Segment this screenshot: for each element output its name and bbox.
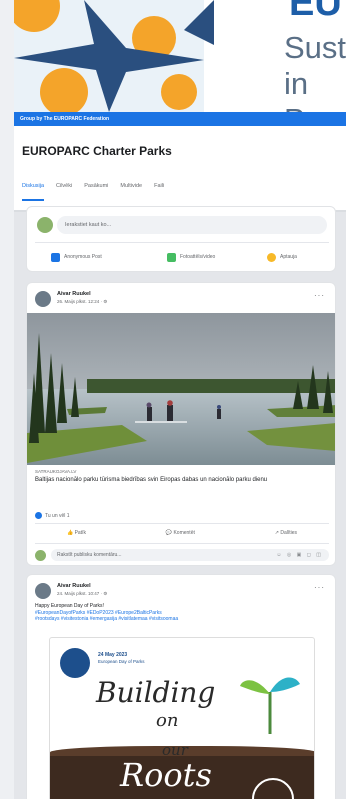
event-poster-image[interactable]: 24 May 2023 European Day of Parks Buildi…	[49, 637, 315, 799]
comment-input[interactable]: Rakstīt publisku komentāru... ☺ ◎ ▣ ◻ ◫	[51, 549, 329, 561]
post-card: Aivar Ruukel 26. Maijs plkst. 12:24 · ⚙ …	[26, 282, 336, 566]
poster-word-roots: Roots	[120, 756, 212, 794]
poll-button[interactable]: Aptauja	[267, 251, 297, 263]
cover-image: EU Susta in Pr	[14, 0, 346, 112]
comment-label: Komentēt	[173, 530, 195, 536]
sprout-icon	[240, 677, 300, 734]
tab-discussion[interactable]: Diskusija	[22, 179, 45, 201]
tab-media[interactable]: Multivide	[120, 179, 142, 201]
composer-divider	[35, 242, 329, 243]
group-owner-bar[interactable]: Group by The EUROPARC Federation	[14, 112, 346, 126]
post-card: Aivar Ruukel 24. Maijs plkst. 10:47 · ⚙ …	[26, 574, 336, 799]
link-title[interactable]: Baltijas nacionālo parku tūrisma biedrīb…	[35, 476, 325, 484]
cover-text-line2: in Pr	[284, 66, 315, 112]
post-timestamp[interactable]: 26. Maijs plkst. 12:24 · ⚙	[57, 299, 107, 305]
poster-word-building: Building	[96, 676, 216, 709]
post-timestamp[interactable]: 24. Maijs plkst. 10:47 · ⚙	[57, 591, 107, 597]
author-avatar[interactable]	[35, 583, 51, 599]
bog-landscape-image	[27, 313, 335, 465]
anonymous-post-label: Anonymous Post	[64, 254, 102, 260]
user-avatar[interactable]	[37, 217, 53, 233]
reaction-count: Tu un vēl 1	[45, 512, 70, 519]
reaction-summary[interactable]: Tu un vēl 1	[35, 512, 70, 519]
post-hashtags-2[interactable]: #rootsdays #visitestonia #emergasija #vi…	[35, 616, 329, 623]
like-reaction-icon	[35, 512, 42, 519]
cover-text-line1: Susta	[284, 30, 346, 65]
post-composer: Ierakstiet kaut ko... Anonymous Post Fot…	[26, 206, 336, 272]
poster-subtitle: European Day of Parks	[98, 659, 145, 664]
comment-row: Rakstīt publisku komentāru... ☺ ◎ ▣ ◻ ◫	[35, 548, 329, 562]
poll-label: Aptauja	[280, 254, 297, 260]
group-tabs: Diskusija Cilvēki Pasākumi Multivide Fai…	[14, 179, 164, 201]
group-title[interactable]: EUROPARC Charter Parks	[22, 144, 172, 158]
like-button[interactable]: 👍 Patīk	[67, 530, 86, 536]
cover-logo-text: EU	[289, 0, 342, 24]
poster-word-on: on	[156, 710, 179, 731]
commenter-avatar	[35, 549, 46, 561]
post-actions: 👍 Patīk 💬 Komentēt ↗ Dalīties	[27, 526, 335, 540]
tab-people[interactable]: Cilvēki	[56, 179, 72, 201]
tab-events[interactable]: Pasākumi	[84, 179, 108, 201]
poll-icon	[267, 252, 276, 262]
post-author[interactable]: Aivar Ruukel	[57, 291, 91, 297]
composer-input[interactable]: Ierakstiet kaut ko...	[57, 216, 327, 234]
comment-divider	[35, 543, 329, 544]
more-options-icon[interactable]: ···	[314, 291, 325, 300]
share-button[interactable]: ↗ Dalīties	[275, 530, 297, 536]
link-source: SATRAUKOJAVA.LV	[35, 469, 77, 474]
photo-video-button[interactable]: Fotoattēls/video	[167, 251, 215, 263]
poster-date: 24 May 2023	[98, 652, 128, 658]
anonymous-post-button[interactable]: Anonymous Post	[51, 251, 102, 263]
photo-icon	[167, 252, 176, 262]
tab-files[interactable]: Faili	[154, 179, 164, 201]
share-label: Dalīties	[280, 530, 298, 536]
comment-placeholder: Rakstīt publisku komentāru...	[57, 552, 122, 558]
group-header: EUROPARC Charter Parks Diskusija Cilvēki…	[14, 126, 346, 212]
facebook-group-page: EU Susta in Pr Group by The EUROPARC Fed…	[14, 0, 346, 799]
post-photo[interactable]	[27, 313, 335, 465]
comment-button[interactable]: 💬 Komentēt	[166, 530, 195, 536]
action-divider	[35, 523, 329, 524]
comment-tools-icon[interactable]: ☺ ◎ ▣ ◻ ◫	[276, 552, 323, 558]
europarc-logo-icon	[60, 648, 90, 678]
photo-video-label: Fotoattēls/video	[180, 254, 216, 260]
post-author[interactable]: Aivar Ruukel	[57, 583, 91, 589]
like-label: Patīk	[74, 530, 86, 536]
anonymous-icon	[51, 252, 60, 262]
more-options-icon[interactable]: ···	[314, 583, 325, 592]
author-avatar[interactable]	[35, 291, 51, 307]
charter-star-graphic	[14, 0, 214, 112]
post-text: Happy European Day of Parks! #EuropeanDa…	[35, 603, 329, 623]
